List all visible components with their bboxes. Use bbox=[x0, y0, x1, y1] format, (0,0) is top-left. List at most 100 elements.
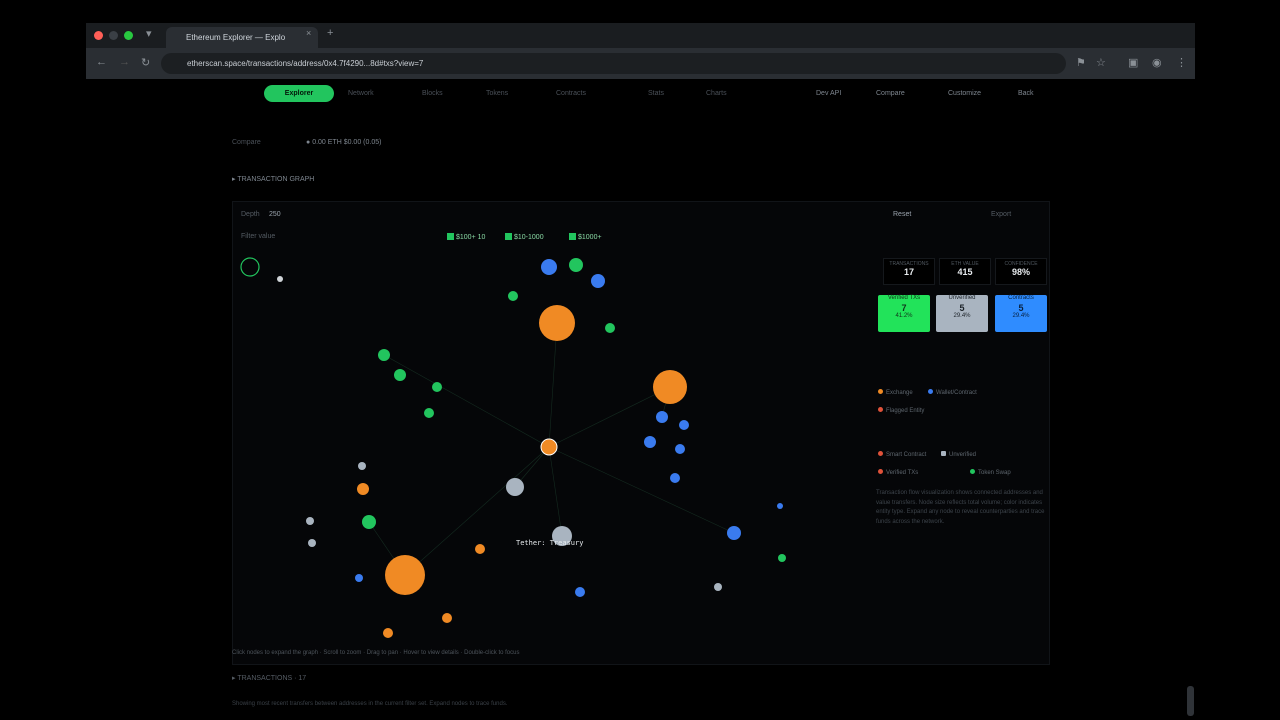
node-swap[interactable] bbox=[605, 323, 615, 333]
node-wallet[interactable] bbox=[591, 274, 605, 288]
node-wallet[interactable] bbox=[656, 411, 668, 423]
nav-item-network[interactable]: Network bbox=[348, 90, 374, 97]
node-wallet[interactable] bbox=[355, 574, 363, 582]
legend-swatch bbox=[941, 451, 946, 456]
card-count: 5 bbox=[1018, 303, 1024, 313]
node-wallet[interactable] bbox=[679, 420, 689, 430]
legend-label: Unverified bbox=[949, 452, 977, 458]
graph-play-icon[interactable] bbox=[240, 257, 260, 277]
graph-description: Transaction flow visualization shows con… bbox=[876, 490, 1045, 525]
scrollbar[interactable] bbox=[1187, 686, 1194, 716]
node-exchange[interactable] bbox=[653, 370, 687, 404]
nav-back[interactable]: Back bbox=[1018, 90, 1034, 97]
profile-icon[interactable]: ◉ bbox=[1152, 56, 1162, 69]
legend-exchange: Exchange bbox=[878, 389, 913, 396]
node-wallet[interactable] bbox=[670, 473, 680, 483]
bookmark-icon[interactable]: ☆ bbox=[1096, 56, 1106, 69]
filter-chip-3[interactable]: $1000+ bbox=[569, 233, 602, 243]
new-tab-icon[interactable]: + bbox=[327, 27, 333, 39]
transactions-description: Showing most recent transfers between ad… bbox=[232, 701, 508, 707]
nav-item-stats[interactable]: Stats bbox=[648, 90, 664, 97]
node-exchange[interactable] bbox=[383, 628, 393, 638]
graph-hint: Click nodes to expand the graph · Scroll… bbox=[232, 650, 520, 656]
stat-value: 98% bbox=[1011, 267, 1030, 277]
node-swap[interactable] bbox=[424, 408, 434, 418]
nav-dev-api[interactable]: Dev API bbox=[816, 90, 841, 97]
node-unverified[interactable] bbox=[358, 462, 366, 470]
card-unverified[interactable]: Unverified 5 29.4% bbox=[936, 295, 988, 332]
node-wallet[interactable] bbox=[777, 503, 783, 509]
legend-token-swap: Token Swap bbox=[970, 469, 1011, 476]
maximize-window-icon[interactable] bbox=[124, 31, 133, 40]
node-swap[interactable] bbox=[362, 515, 376, 529]
node-swap[interactable] bbox=[394, 369, 406, 381]
node-wallet[interactable] bbox=[575, 587, 585, 597]
legend-swatch bbox=[878, 407, 883, 412]
cursor-marker bbox=[277, 276, 283, 282]
nav-item-tokens[interactable]: Tokens bbox=[486, 90, 508, 97]
card-verified[interactable]: Verified TXs 7 41.2% bbox=[878, 295, 930, 332]
node-unverified[interactable] bbox=[308, 539, 316, 547]
node-exchange[interactable] bbox=[539, 305, 575, 341]
stat-transactions: TRANSACTIONS 17 bbox=[883, 258, 935, 285]
node-wallet[interactable] bbox=[644, 436, 656, 448]
nav-compare[interactable]: Compare bbox=[876, 90, 905, 97]
card-count: 7 bbox=[901, 303, 907, 313]
card-title: Verified TXs bbox=[887, 295, 921, 301]
legend-smart-contract: Smart Contract bbox=[878, 451, 926, 458]
close-tab-icon[interactable]: × bbox=[306, 28, 311, 38]
node-wallet[interactable] bbox=[727, 526, 741, 540]
depth-label: Depth bbox=[241, 211, 260, 218]
menu-icon[interactable]: ⋮ bbox=[1176, 56, 1187, 69]
node-exchange[interactable] bbox=[475, 544, 485, 554]
legend-swatch bbox=[928, 389, 933, 394]
legend-label: Wallet/Contract bbox=[936, 390, 977, 396]
card-count: 5 bbox=[959, 303, 965, 313]
section-title: ▸ TRANSACTION GRAPH bbox=[232, 176, 315, 183]
node-highlighted[interactable] bbox=[540, 438, 558, 456]
browser-tab[interactable]: Ethereum Explorer — Explo bbox=[166, 27, 318, 48]
node-unverified[interactable] bbox=[506, 478, 524, 496]
forward-icon[interactable]: → bbox=[119, 56, 130, 68]
node-unverified[interactable] bbox=[306, 517, 314, 525]
legend-label: Smart Contract bbox=[886, 452, 927, 458]
node-wallet[interactable] bbox=[675, 444, 685, 454]
address-bar[interactable]: etherscan.space/transactions/address/0x4… bbox=[161, 53, 1066, 74]
subnav-selected-value: 0.00 ETH $0.00 (0.05) bbox=[312, 139, 382, 146]
node-swap[interactable] bbox=[569, 258, 583, 272]
transactions-section-title[interactable]: ▸ TRANSACTIONS · 17 bbox=[232, 674, 306, 682]
legend-unverified: Unverified bbox=[941, 451, 976, 458]
depth-select[interactable]: 250 bbox=[269, 211, 281, 218]
nav-item-contracts[interactable]: Contracts bbox=[556, 90, 586, 97]
node-swap[interactable] bbox=[432, 382, 442, 392]
reset-button[interactable]: Reset bbox=[893, 211, 911, 218]
node-exchange[interactable] bbox=[442, 613, 452, 623]
nav-customize[interactable]: Customize bbox=[948, 90, 981, 97]
node-exchange[interactable] bbox=[385, 555, 425, 595]
export-button[interactable]: Export bbox=[991, 211, 1011, 218]
extensions-icon[interactable]: ▣ bbox=[1128, 56, 1138, 69]
node-swap[interactable] bbox=[378, 349, 390, 361]
reload-icon[interactable]: ↻ bbox=[141, 56, 150, 69]
legend-label: Flagged Entity bbox=[886, 408, 925, 414]
nav-item-blocks[interactable]: Blocks bbox=[422, 90, 443, 97]
node-unverified[interactable] bbox=[714, 583, 722, 591]
close-window-icon[interactable] bbox=[94, 31, 103, 40]
filter-chip-2[interactable]: $10-1000 bbox=[505, 233, 544, 243]
tab-list-icon[interactable]: ▾ bbox=[146, 27, 152, 40]
node-swap[interactable] bbox=[508, 291, 518, 301]
node-wallet[interactable] bbox=[541, 259, 557, 275]
minimize-window-icon[interactable] bbox=[109, 31, 118, 40]
card-contracts[interactable]: Contracts 5 29.4% bbox=[995, 295, 1047, 332]
node-exchange[interactable] bbox=[357, 483, 369, 495]
transaction-graph[interactable]: Tether: Treasury bbox=[232, 251, 872, 651]
filter-chip-1[interactable]: $100+ 10 bbox=[447, 233, 485, 243]
subnav-selected[interactable]: ● 0.00 ETH $0.00 (0.05) bbox=[306, 139, 381, 146]
node-swap[interactable] bbox=[778, 554, 786, 562]
stat-value: 415 bbox=[957, 267, 973, 277]
nav-item-charts[interactable]: Charts bbox=[706, 90, 727, 97]
translate-icon[interactable]: ⚑ bbox=[1076, 56, 1086, 69]
nav-explorer-pill[interactable]: Explorer bbox=[264, 85, 334, 102]
back-icon[interactable]: ← bbox=[96, 56, 107, 68]
highlight-node-label: Tether: Treasury bbox=[516, 539, 583, 547]
